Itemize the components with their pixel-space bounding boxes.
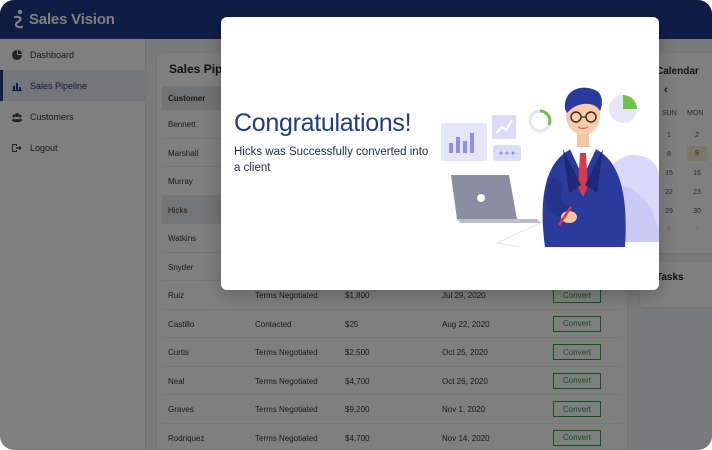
modal-message: Hicks was Successfully converted into a …	[234, 146, 429, 174]
modal-title: Congratulations!	[234, 109, 412, 137]
businessman-illustration	[441, 87, 659, 247]
app-window: Sales Vision Dashboard Sales Pipeline Cu…	[0, 0, 712, 450]
conversion-success-modal: Congratulations! Hicks was Successfully …	[221, 17, 659, 290]
